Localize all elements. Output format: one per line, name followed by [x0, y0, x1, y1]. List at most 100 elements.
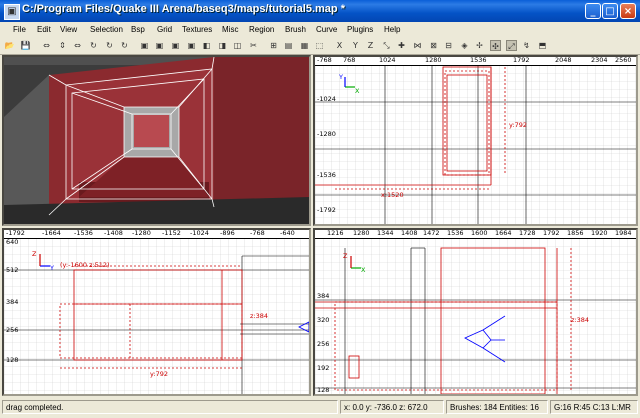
status-grid-info: G:16 R:45 C:13 L:MR [550, 400, 638, 414]
tick-label: -640 [280, 229, 295, 237]
flip-y-icon[interactable]: ⇕ [57, 40, 68, 51]
menu-misc[interactable]: Misc [222, 25, 238, 34]
change-views-icon[interactable]: ⊞ [268, 40, 279, 51]
tick-label: 384 [317, 292, 330, 300]
rotate-z-icon[interactable]: ↻ [119, 40, 130, 51]
menu-bsp[interactable]: Bsp [131, 25, 145, 34]
csg-merge-icon[interactable]: ◨ [217, 40, 228, 51]
select-complete-tall-icon[interactable]: ▣ [139, 40, 150, 51]
view-z-icon[interactable]: Z [365, 40, 376, 51]
xz-front-viewport[interactable]: 1216 1280 1344 1408 1472 1536 1600 1664 … [313, 228, 638, 396]
axis-label-y: Y [50, 264, 54, 272]
rotate-y-icon[interactable]: ↻ [104, 40, 115, 51]
tick-label: 2304 [591, 56, 608, 64]
xz-grid [315, 230, 636, 394]
texture-lock-icon[interactable]: ◈ [459, 40, 470, 51]
drag-edges-icon[interactable]: ✢ [474, 40, 485, 51]
tick-label: 192 [317, 364, 330, 372]
yz-y-ruler: -1792 -1664 -1536 -1408 -1280 -1152 -102… [4, 230, 309, 239]
tick-label: 384 [6, 298, 19, 306]
menu-brush[interactable]: Brush [285, 25, 306, 34]
tick-label: 256 [6, 326, 19, 334]
toolbar: 📂 💾 ⇔ ⇕ ⇔ ↻ ↻ ↻ ▣ ▣ ▣ ▣ ◧ ◨ ◫ ✂ ⊞ ▤ ▦ ⬚ X Y Z ⤡ ✚ ⋈ ⊠ ⊟ ◈ ✢ ✣ ⤢ ↯ ⬒ [0, 39, 640, 55]
tick-label: -1536 [317, 171, 336, 179]
tick-label: 1792 [543, 229, 560, 237]
view-x-icon[interactable]: X [334, 40, 345, 51]
camera-scene [4, 57, 309, 224]
open-icon[interactable]: 📂 [4, 40, 15, 51]
tick-label: -1280 [317, 130, 336, 138]
patch-delete-icon[interactable]: ⊟ [443, 40, 454, 51]
tick-label: 1216 [327, 229, 344, 237]
menu-selection[interactable]: Selection [90, 25, 123, 34]
menu-view[interactable]: View [60, 25, 77, 34]
tick-label: 1408 [401, 229, 418, 237]
status-counts: Brushes: 184 Entities: 16 [446, 400, 548, 414]
show-bend-icon[interactable]: ⤢ [506, 40, 517, 51]
patch-insert-icon[interactable]: ⊠ [428, 40, 439, 51]
tick-label: 1280 [353, 229, 370, 237]
tick-label: 512 [6, 266, 19, 274]
height-label: y:792 [509, 121, 527, 129]
axis-label-z: Z [343, 252, 348, 260]
menu-curve[interactable]: Curve [316, 25, 337, 34]
height-label: z:384 [250, 312, 269, 320]
maximize-button[interactable]: □ [602, 3, 618, 19]
tick-label: 2560 [615, 56, 632, 64]
clipper-icon[interactable]: ✂ [248, 40, 259, 51]
tick-label: 128 [6, 356, 19, 364]
tick-label: -1792 [6, 229, 25, 237]
flip-x-icon[interactable]: ⇔ [41, 40, 52, 51]
drag-vertices-icon[interactable]: ✣ [490, 40, 501, 51]
rotate-x-icon[interactable]: ↻ [88, 40, 99, 51]
hollow-icon[interactable]: ◫ [232, 40, 243, 51]
menu-file[interactable]: File [13, 25, 26, 34]
menu-grid[interactable]: Grid [157, 25, 172, 34]
menu-textures[interactable]: Textures [182, 25, 212, 34]
tick-label: -1536 [74, 229, 93, 237]
axis-label-y: Y [339, 73, 343, 81]
save-icon[interactable]: 💾 [20, 40, 31, 51]
scale-icon[interactable]: ⤡ [381, 40, 392, 51]
view-entity-icon[interactable]: ✚ [396, 40, 407, 51]
tick-label: 256 [317, 340, 330, 348]
tick-label: 1792 [513, 56, 530, 64]
status-coordinates: x: 0.0 y: -736.0 z: 672.0 [340, 400, 444, 414]
app-icon: ▣ [4, 4, 20, 20]
tick-label: -1024 [317, 95, 336, 103]
tick-label: -1664 [42, 229, 61, 237]
xy-x-ruler: -768 768 1024 1280 1536 1792 2048 2304 2… [315, 57, 636, 66]
texture-view-icon[interactable]: ▤ [283, 40, 294, 51]
select-touching-icon[interactable]: ▣ [154, 40, 165, 51]
camera-viewport[interactable] [2, 55, 311, 226]
csg-subtract-icon[interactable]: ◧ [201, 40, 212, 51]
title-bar: ▣ C:/Program Files/Quake III Arena/baseq… [0, 0, 640, 22]
tick-label: 1664 [495, 229, 512, 237]
menu-help[interactable]: Help [384, 25, 400, 34]
width-label: x:1520 [381, 191, 404, 199]
tick-label: -768 [250, 229, 265, 237]
minimize-button[interactable]: _ [585, 3, 601, 19]
menu-bar: File Edit View Selection Bsp Grid Textur… [0, 22, 640, 39]
close-button[interactable]: × [620, 3, 636, 19]
menu-plugins[interactable]: Plugins [347, 25, 373, 34]
tick-label: 1472 [423, 229, 440, 237]
tick-label: 128 [317, 386, 330, 394]
xy-top-viewport[interactable]: -768 768 1024 1280 1536 1792 2048 2304 2… [313, 55, 638, 226]
tick-label: 768 [343, 56, 356, 64]
view-y-icon[interactable]: Y [350, 40, 361, 51]
menu-edit[interactable]: Edit [37, 25, 51, 34]
select-inside-icon[interactable]: ▣ [186, 40, 197, 51]
menu-region[interactable]: Region [249, 25, 274, 34]
patch-wireframe-icon[interactable]: ⬒ [537, 40, 548, 51]
patch-bend-icon[interactable]: ⋈ [412, 40, 423, 51]
camera-icon[interactable]: ▦ [299, 40, 310, 51]
cubic-clip-icon[interactable]: ⬚ [314, 40, 325, 51]
tick-label: 1024 [379, 56, 396, 64]
tick-label: 1856 [567, 229, 584, 237]
tick-label: -896 [220, 229, 235, 237]
flip-z-icon[interactable]: ⇔ [72, 40, 83, 51]
free-rotate-icon[interactable]: ↯ [521, 40, 532, 51]
yz-side-viewport[interactable]: -1792 -1664 -1536 -1408 -1280 -1152 -102… [2, 228, 311, 396]
select-partial-tall-icon[interactable]: ▣ [170, 40, 181, 51]
